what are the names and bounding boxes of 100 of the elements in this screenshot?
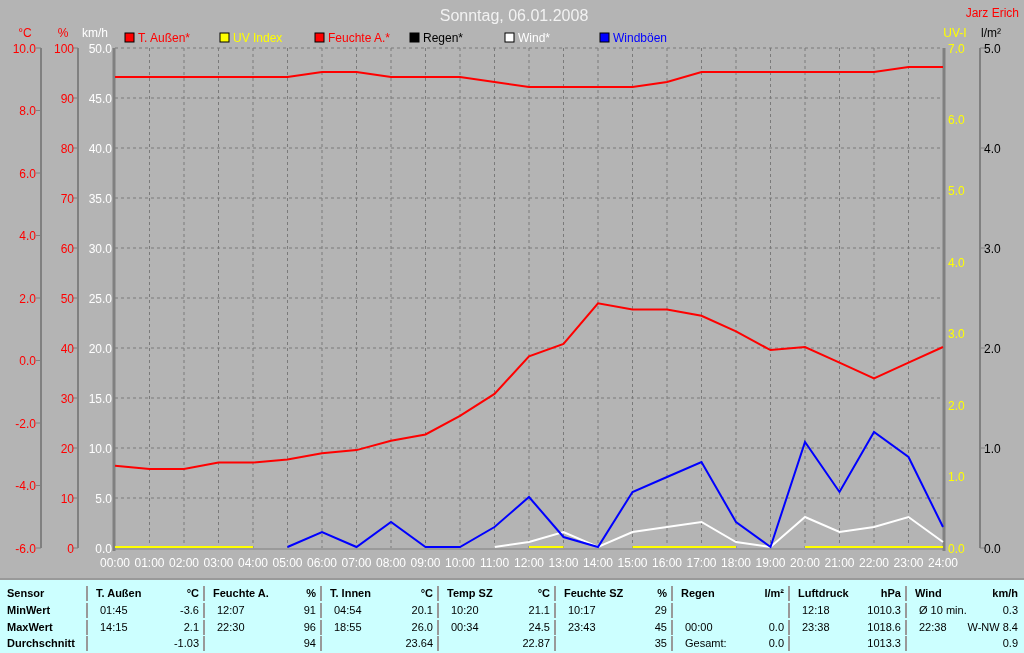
axis-tick-label: -4.0	[15, 479, 36, 493]
row-label: MaxWert	[7, 619, 53, 635]
axis-tick-label: 6.0	[19, 166, 36, 181]
x-tick-label: 05:00	[272, 556, 303, 570]
row-label: Durchschnitt	[7, 636, 75, 652]
axis-tick-label: 3.0	[948, 327, 965, 342]
table-cell: 96	[303, 619, 316, 635]
table-cell-text: 04:54	[333, 602, 362, 618]
table-cell: 1018.6	[867, 619, 901, 635]
table-cell-text: 22:38	[918, 619, 947, 635]
column-header: Temp SZ	[447, 586, 493, 601]
table-cell: 21.1	[528, 602, 550, 618]
table-cell: 1010.3	[867, 602, 901, 618]
table-cell: 0.0	[768, 636, 784, 652]
axis-tick-label: 100	[53, 41, 74, 56]
table-cell-text: 22:30	[216, 619, 245, 635]
x-tick-label: 04:00	[238, 556, 268, 570]
axis-unit-label: UV-I	[943, 26, 967, 40]
axis-tick-label: 30.0	[88, 241, 112, 256]
author-label: Jarz Erich	[965, 6, 1019, 20]
table-cell: -3.6	[180, 602, 199, 618]
table-cell-text: 23:43	[567, 619, 596, 635]
axis-tick-label: 0.0	[19, 354, 36, 368]
axis-tick-label: 10.0	[12, 41, 36, 56]
table-cell: 0.9	[1002, 636, 1018, 652]
axis-unit-label: l/m²	[981, 26, 1001, 40]
table-cell: 0.3	[1002, 602, 1018, 618]
axis-tick-label: 4.0	[19, 229, 36, 243]
axis-tick-label: 40	[60, 341, 74, 356]
table-cell-text: Ø 10 min.	[918, 602, 967, 618]
x-tick-label: 08:00	[376, 556, 406, 570]
x-tick-label: 00:00	[100, 556, 130, 570]
chart-title: Sonntag, 06.01.2008	[439, 7, 589, 24]
table-cell: 2.1	[183, 619, 199, 635]
axis-tick-label: 20	[60, 441, 74, 456]
x-tick-label: 24:00	[928, 556, 958, 570]
x-tick-label: 14:00	[583, 556, 613, 570]
axis-tick-label: 45.0	[88, 91, 112, 106]
axis-tick-label: 50.0	[88, 41, 112, 56]
unit-header: km/h	[992, 586, 1018, 601]
x-tick-label: 12:00	[514, 556, 544, 570]
table-cell-text: 12:07	[216, 602, 245, 618]
axis-unit-label: km/h	[82, 26, 108, 40]
axis-tick-label: 0.0	[95, 541, 112, 556]
axis-tick-label: 3.0	[984, 241, 1001, 256]
column-header: Regen	[681, 586, 715, 601]
unit-header: l/m²	[764, 586, 784, 601]
table-cell-text: 12:18	[801, 602, 830, 618]
column-header: Sensor	[7, 586, 45, 601]
axis-tick-label: 15.0	[88, 391, 112, 406]
x-tick-label: 18:00	[721, 556, 751, 570]
x-tick-label: 19:00	[755, 556, 786, 570]
axis-tick-label: 1.0	[984, 441, 1001, 456]
unit-header: %	[657, 586, 667, 601]
table-cell-text: 14:15	[99, 619, 128, 635]
x-tick-label: 06:00	[307, 556, 337, 570]
column-header: Wind	[915, 586, 942, 601]
axis-tick-label: 6.0	[948, 112, 965, 127]
axis-tick-label: 7.0	[948, 41, 965, 56]
axis-tick-label: 50	[60, 291, 74, 306]
x-tick-label: 17:00	[686, 556, 717, 570]
table-cell-text: 18:55	[333, 619, 362, 635]
axis-tick-label: 0.0	[984, 541, 1001, 556]
x-tick-label: 13:00	[548, 556, 579, 570]
axis-tick-label: 5.0	[984, 41, 1001, 56]
legend-label: Wind*	[518, 31, 550, 45]
table-cell: 45	[654, 619, 667, 635]
legend-label: UV Index	[233, 31, 283, 45]
axis-tick-label: 25.0	[88, 291, 112, 306]
axis-unit-label: %	[57, 26, 69, 40]
axis-tick-label: 5.0	[948, 184, 965, 199]
axis-tick-label: 20.0	[88, 341, 112, 356]
x-tick-label: 22:00	[859, 556, 889, 570]
table-cell-text: Gesamt:	[684, 636, 727, 652]
table-cell: 20.1	[411, 602, 433, 618]
legend-label: Windböen	[613, 31, 668, 45]
axis-tick-label: 2.0	[984, 341, 1001, 356]
column-header: Feuchte A.	[213, 586, 269, 601]
table-cell: 26.0	[411, 619, 433, 635]
x-tick-label: 10:00	[445, 556, 475, 570]
column-header: Luftdruck	[798, 586, 849, 601]
axis-tick-label: 2.0	[948, 398, 965, 413]
table-cell: 35	[654, 636, 667, 652]
x-tick-label: 02:00	[169, 556, 199, 570]
x-tick-label: 16:00	[652, 556, 682, 570]
table-cell: 22.87	[522, 636, 550, 652]
table-cell-text: 00:34	[450, 619, 479, 635]
axis-tick-label: 5.0	[95, 491, 112, 506]
axis-tick-label: 70	[60, 191, 74, 206]
table-cell: 1013.3	[867, 636, 901, 652]
table-cell: 24.5	[528, 619, 550, 635]
table-cell: 29	[654, 602, 667, 618]
table-cell: 94	[303, 636, 316, 652]
axis-tick-label: 2.0	[19, 291, 36, 306]
table-cell-text: 10:17	[567, 602, 596, 618]
x-tick-label: 21:00	[824, 556, 855, 570]
axis-tick-label: 35.0	[88, 191, 112, 206]
legend-label: Feuchte A.*	[328, 31, 391, 45]
x-tick-label: 11:00	[479, 556, 510, 570]
unit-header: °C	[537, 586, 550, 601]
